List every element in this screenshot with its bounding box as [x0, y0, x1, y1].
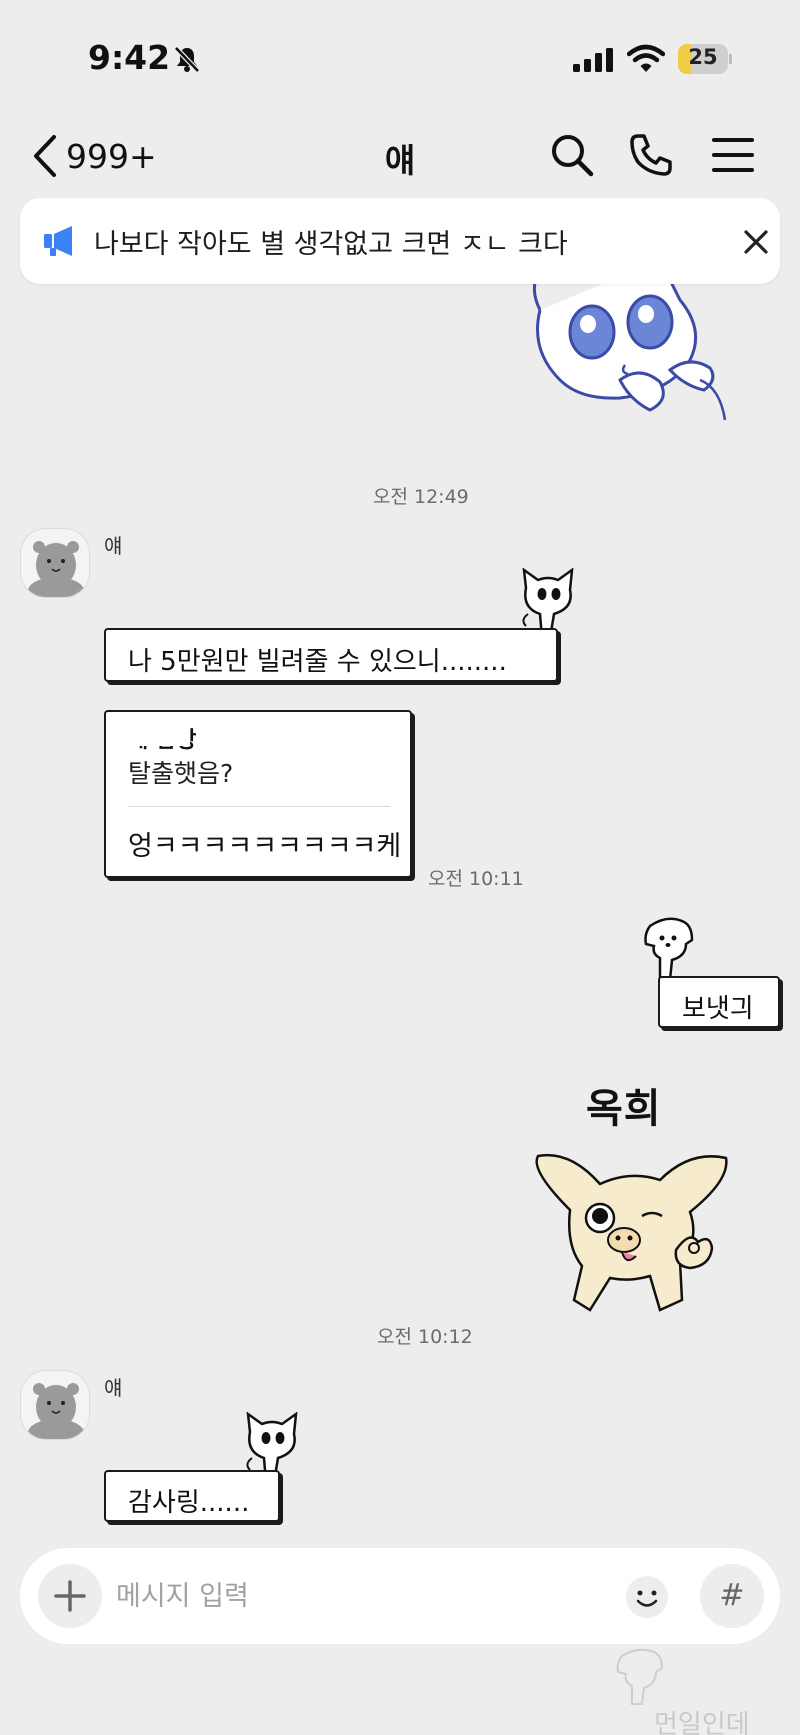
cellular-signal-icon — [573, 48, 613, 72]
phone-icon — [630, 134, 672, 176]
battery-icon: 25 — [678, 44, 732, 74]
redacted-name — [126, 724, 190, 746]
call-button[interactable] — [628, 132, 674, 178]
date-timestamp: 오전 10:12 — [377, 1326, 473, 1348]
watermark-text: 먼일인데 — [654, 1710, 750, 1735]
status-time: 9:42 — [88, 38, 171, 77]
avatar[interactable] — [20, 528, 90, 598]
sticker-caption: 옥희 — [586, 1086, 662, 1132]
megaphone-icon — [44, 226, 72, 256]
back-button[interactable]: 999+ — [30, 128, 157, 184]
puppy-mascot-sticker — [644, 917, 694, 982]
message-bubble[interactable]: 나 5만원만 빌려줄 수 있으니........ — [104, 628, 558, 682]
chat-title: 얘 — [384, 141, 416, 180]
sender-name: 얘 — [104, 1376, 123, 1400]
message-input[interactable] — [116, 1572, 536, 1620]
hashtag-icon: # — [719, 1578, 745, 1613]
search-icon — [552, 135, 594, 177]
watermark-puppy — [616, 1648, 664, 1705]
reply-divider — [128, 806, 390, 807]
sender-name: 얘 — [104, 534, 123, 558]
bear-avatar-icon — [28, 1383, 84, 1439]
close-icon[interactable] — [736, 222, 776, 262]
avatar[interactable] — [20, 1370, 90, 1440]
message-text: 엉ㅋㅋㅋㅋㅋㅋㅋㅋㅋ케 — [128, 831, 402, 862]
message-bubble[interactable]: 감사링...... — [104, 1470, 280, 1522]
attach-button[interactable] — [38, 1564, 102, 1628]
unread-count: 999+ — [66, 136, 157, 176]
bear-avatar-icon — [28, 541, 84, 597]
wifi-icon — [626, 44, 666, 74]
message-text: 나 5만원만 빌려줄 수 있으니........ — [128, 647, 507, 677]
menu-button[interactable] — [710, 134, 756, 176]
reply-message-bubble[interactable]: 게 답장 탈출햇음? 엉ㅋㅋㅋㅋㅋㅋㅋㅋㅋ케 — [104, 710, 412, 878]
search-button[interactable] — [549, 132, 595, 178]
message-text: 감사링...... — [128, 1488, 250, 1518]
plus-icon — [54, 1580, 86, 1612]
outgoing-message-bubble[interactable]: 보냇긔 — [658, 976, 780, 1028]
message-text: 보냇긔 — [682, 994, 754, 1024]
message-input-bar: # — [20, 1548, 780, 1644]
chihuahua-ok-sticker[interactable] — [530, 1150, 736, 1318]
quoted-message: 탈출햇음? — [128, 759, 234, 788]
battery-percent: 25 — [688, 45, 718, 69]
bunny-sticker — [532, 260, 727, 421]
emoji-button[interactable] — [624, 1574, 670, 1620]
hashtag-button[interactable]: # — [700, 1564, 764, 1628]
date-timestamp: 오전 12:49 — [373, 486, 469, 508]
hamburger-menu-icon — [712, 138, 754, 172]
chevron-left-icon — [34, 135, 56, 177]
notice-banner[interactable]: 나보다 작아도 별 생각없고 크면 ㅈㄴ 크다 — [20, 198, 780, 284]
emoji-icon — [626, 1576, 668, 1618]
notice-text: 나보다 작아도 별 생각없고 크면 ㅈㄴ 크다 — [94, 229, 568, 260]
message-time: 오전 10:11 — [428, 868, 524, 890]
bell-off-icon — [172, 44, 202, 74]
